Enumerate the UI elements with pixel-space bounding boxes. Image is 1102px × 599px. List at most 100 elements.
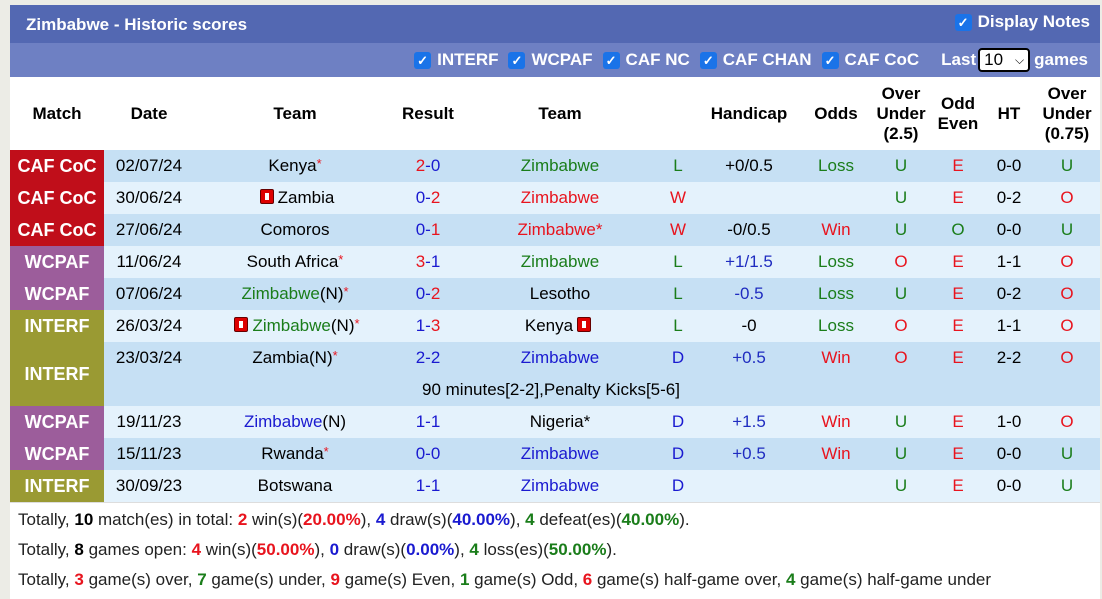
checkbox-checked-icon[interactable]: ✓ xyxy=(821,51,839,69)
table-row[interactable]: CAF CoC 27/06/24 Comoros 0-1 Zimbabwe* W -0/0.… xyxy=(10,214,1100,246)
result-cell[interactable]: 2-0 xyxy=(396,150,460,182)
home-team-cell[interactable]: South Africa* xyxy=(194,246,396,278)
competition-badge[interactable]: WCPAF xyxy=(10,278,104,310)
summary-segment: 4 xyxy=(191,540,202,559)
result-cell[interactable]: 1-1 xyxy=(396,470,460,502)
display-notes-toggle[interactable]: ✓ Display Notes xyxy=(954,12,1090,32)
away-team[interactable]: Zimbabwe xyxy=(517,220,595,239)
filter-caf-nc[interactable]: ✓ CAF NC xyxy=(602,50,690,70)
competition-badge[interactable]: WCPAF xyxy=(10,246,104,278)
summary-segment: Totally, xyxy=(18,510,75,529)
over-under-2-5: U xyxy=(870,278,932,310)
filter-caf-coc[interactable]: ✓ CAF CoC xyxy=(821,50,919,70)
away-team-cell[interactable]: Zimbabwe xyxy=(460,470,660,502)
away-team[interactable]: Zimbabwe xyxy=(521,348,599,367)
home-team-cell[interactable]: Zambia xyxy=(194,182,396,214)
home-team[interactable]: South Africa xyxy=(247,252,339,271)
home-team[interactable]: Kenya xyxy=(268,156,316,175)
away-team[interactable]: Lesotho xyxy=(530,284,591,303)
filter-interf[interactable]: ✓ INTERF xyxy=(414,50,498,70)
table-row[interactable]: INTERF 30/09/23 Botswana 1-1 Zimbabwe D U E 0-0 U xyxy=(10,470,1100,502)
home-team[interactable]: Zimbabwe xyxy=(241,284,319,303)
home-team[interactable]: Comoros xyxy=(261,220,330,239)
home-score: 2 xyxy=(415,156,426,175)
summary-segment: game(s) over, xyxy=(83,570,198,589)
home-team[interactable]: Zimbabwe xyxy=(252,316,330,335)
table-row[interactable]: WCPAF 11/06/24 South Africa* 3-1 Zimbabwe L +1… xyxy=(10,246,1100,278)
last-games-select[interactable]: 10 ⌵ xyxy=(978,48,1031,72)
away-team-cell[interactable]: Nigeria* xyxy=(460,406,660,438)
away-team-cell[interactable]: Zimbabwe xyxy=(460,246,660,278)
home-team-cell[interactable]: Rwanda* xyxy=(194,438,396,470)
result-cell[interactable]: 2-2 xyxy=(396,342,460,374)
away-team-cell[interactable]: Lesotho xyxy=(460,278,660,310)
col-away-team: Team xyxy=(460,77,660,150)
table-row[interactable]: INTERF 26/03/24 Zimbabwe(N)* 1-3 Kenya L -0 Los… xyxy=(10,310,1100,342)
home-marker: * xyxy=(595,220,603,239)
competition-badge[interactable]: INTERF xyxy=(10,470,104,502)
home-team[interactable]: Zimbabwe xyxy=(244,412,322,431)
away-team[interactable]: Zimbabwe xyxy=(521,444,599,463)
table-row[interactable]: WCPAF 19/11/23 Zimbabwe(N) 1-1 Nigeria* D +1.5… xyxy=(10,406,1100,438)
away-team-cell[interactable]: Zimbabwe xyxy=(460,438,660,470)
home-team-cell[interactable]: Botswana xyxy=(194,470,396,502)
home-team-cell[interactable]: Zimbabwe(N)* xyxy=(194,278,396,310)
checkbox-checked-icon[interactable]: ✓ xyxy=(954,13,972,31)
result-cell[interactable]: 0-0 xyxy=(396,438,460,470)
away-team[interactable]: Nigeria xyxy=(530,412,584,431)
home-team-cell[interactable]: Zimbabwe(N) xyxy=(194,406,396,438)
away-team-cell[interactable]: Zimbabwe xyxy=(460,182,660,214)
away-team-cell[interactable]: Zimbabwe* xyxy=(460,214,660,246)
summary-segment: 4 xyxy=(785,570,796,589)
col-date: Date xyxy=(104,77,194,150)
home-team-cell[interactable]: Comoros xyxy=(194,214,396,246)
odds-result: Loss xyxy=(802,278,870,310)
competition-badge[interactable]: INTERF xyxy=(10,342,104,406)
over-under-2-5: U xyxy=(870,470,932,502)
table-row[interactable]: WCPAF 07/06/24 Zimbabwe(N)* 0-2 Lesotho L -0.5… xyxy=(10,278,1100,310)
home-team-cell[interactable]: Kenya* xyxy=(194,150,396,182)
away-team[interactable]: Kenya xyxy=(525,316,573,335)
competition-badge[interactable]: WCPAF xyxy=(10,438,104,470)
home-team-cell[interactable]: Zimbabwe(N)* xyxy=(194,310,396,342)
away-team[interactable]: Zimbabwe xyxy=(521,156,599,175)
home-team-cell[interactable]: Zambia(N)* xyxy=(194,342,396,374)
home-marker: * xyxy=(343,284,349,299)
competition-badge[interactable]: CAF CoC xyxy=(10,182,104,214)
result-cell[interactable]: 0-2 xyxy=(396,278,460,310)
result-cell[interactable]: 1-3 xyxy=(396,310,460,342)
checkbox-checked-icon[interactable]: ✓ xyxy=(508,51,526,69)
checkbox-checked-icon[interactable]: ✓ xyxy=(602,51,620,69)
home-marker: * xyxy=(323,444,329,459)
away-team[interactable]: Zimbabwe xyxy=(521,252,599,271)
away-team-cell[interactable]: Zimbabwe xyxy=(460,150,660,182)
table-row[interactable]: CAF CoC 02/07/24 Kenya* 2-0 Zimbabwe L +0/0.5 L… xyxy=(10,150,1100,182)
result-cell[interactable]: 0-1 xyxy=(396,214,460,246)
away-team-cell[interactable]: Kenya xyxy=(460,310,660,342)
away-team-cell[interactable]: Zimbabwe xyxy=(460,342,660,374)
checkbox-checked-icon[interactable]: ✓ xyxy=(414,51,432,69)
historic-scores-panel: Zimbabwe - Historic scores ✓ Display Not… xyxy=(10,5,1100,599)
home-team[interactable]: Rwanda xyxy=(261,444,323,463)
summary-section: Totally, 10 match(es) in total: 2 win(s)… xyxy=(10,502,1100,599)
competition-filter-bar: ✓ INTERF ✓ WCPAF ✓ CAF NC ✓ CAF CHAN ✓ CAF Co… xyxy=(10,43,1100,77)
table-row[interactable]: CAF CoC 30/06/24 Zambia 0-2 Zimbabwe W U E 0-2 O xyxy=(10,182,1100,214)
away-team[interactable]: Zimbabwe xyxy=(521,476,599,495)
table-row[interactable]: INTERF 23/03/24 Zambia(N)* 2-2 Zimbabwe D +0.5… xyxy=(10,342,1100,406)
home-team[interactable]: Botswana xyxy=(258,476,333,495)
away-team[interactable]: Zimbabwe xyxy=(521,188,599,207)
competition-badge[interactable]: WCPAF xyxy=(10,406,104,438)
home-team[interactable]: Zambia xyxy=(252,348,309,367)
competition-badge[interactable]: CAF CoC xyxy=(10,214,104,246)
filter-wcpaf[interactable]: ✓ WCPAF xyxy=(508,50,593,70)
competition-badge[interactable]: CAF CoC xyxy=(10,150,104,182)
result-cell[interactable]: 3-1 xyxy=(396,246,460,278)
competition-badge[interactable]: INTERF xyxy=(10,310,104,342)
table-row[interactable]: WCPAF 15/11/23 Rwanda* 0-0 Zimbabwe D +0.5 Win U… xyxy=(10,438,1100,470)
result-cell[interactable]: 1-1 xyxy=(396,406,460,438)
col-home-team: Team xyxy=(194,77,396,150)
checkbox-checked-icon[interactable]: ✓ xyxy=(699,51,717,69)
result-cell[interactable]: 0-2 xyxy=(396,182,460,214)
filter-caf-chan[interactable]: ✓ CAF CHAN xyxy=(699,50,812,70)
home-team[interactable]: Zambia xyxy=(278,188,335,207)
